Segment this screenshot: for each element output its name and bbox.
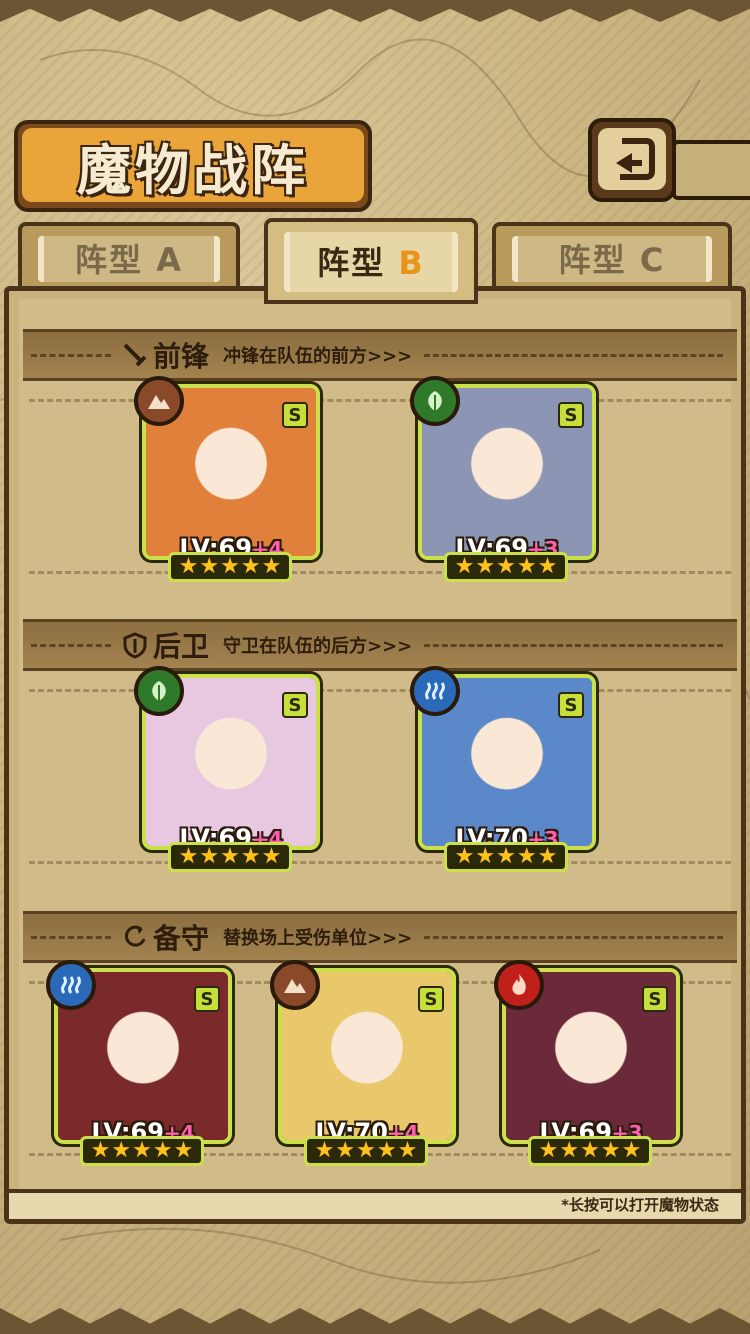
tab-formation-a[interactable]: 阵型 A — [18, 222, 240, 294]
star-icon: ★ — [314, 1138, 335, 1163]
star-icon: ★ — [178, 844, 199, 869]
shield-icon — [123, 632, 147, 659]
tab-b-prefix: 阵型 — [317, 244, 386, 282]
star-rating: ★ ★ ★ ★ ★ — [80, 1136, 204, 1166]
star-icon: ★ — [152, 1138, 173, 1163]
star-icon: ★ — [220, 844, 240, 869]
back-button-tab — [672, 140, 750, 200]
star-icon: ★ — [496, 844, 516, 869]
star-icon: ★ — [621, 1138, 642, 1163]
star-icon: ★ — [132, 1138, 152, 1163]
rear-slot-1[interactable]: S LV:69+4 ★ ★ ★ ★ ★ — [134, 666, 320, 872]
star-icon: ★ — [454, 554, 475, 579]
star-icon: ★ — [475, 844, 496, 869]
fire-element-icon — [494, 960, 544, 1010]
rank-badge: S — [558, 402, 584, 428]
star-rating: ★ ★ ★ ★ ★ — [168, 552, 292, 582]
earth-element-icon — [134, 376, 184, 426]
rank-badge: S — [642, 986, 668, 1012]
star-icon: ★ — [537, 844, 558, 869]
earth-element-icon — [270, 960, 320, 1010]
star-icon: ★ — [220, 554, 240, 579]
star-icon: ★ — [356, 1138, 376, 1163]
rear-header: 后卫 守卫在队伍的后方>>> — [23, 619, 737, 671]
vanguard-header: 前锋 冲锋在队伍的前方>>> — [23, 329, 737, 381]
rank-badge: S — [282, 692, 308, 718]
rear-desc: 守卫在队伍的后方>>> — [223, 636, 413, 657]
tab-a-letter: A — [156, 241, 183, 279]
page-title: 魔物战阵 — [77, 137, 309, 202]
tab-formation-b[interactable]: 阵型 B — [264, 218, 478, 304]
water-element-icon — [46, 960, 96, 1010]
return-arrow-icon — [616, 138, 655, 180]
tab-a-prefix: 阵型 — [75, 241, 144, 279]
swap-icon — [125, 925, 146, 947]
star-icon: ★ — [178, 554, 199, 579]
tab-c-letter: C — [639, 241, 666, 279]
back-button[interactable] — [588, 118, 676, 202]
star-rating: ★ ★ ★ ★ ★ — [444, 552, 568, 582]
leaf-element-icon — [410, 376, 460, 426]
star-icon: ★ — [454, 844, 475, 869]
star-icon: ★ — [475, 554, 496, 579]
star-icon: ★ — [111, 1138, 132, 1163]
water-element-icon — [410, 666, 460, 716]
tab-c-prefix: 阵型 — [558, 241, 627, 279]
reserve-header: 备守 替换场上受伤单位>>> — [23, 911, 737, 963]
vanguard-title: 前锋 — [153, 340, 210, 373]
sword-icon — [123, 343, 147, 367]
star-icon: ★ — [261, 844, 282, 869]
reserve-slot-1[interactable]: S LV:69+4 ★ ★ ★ ★ ★ — [46, 960, 232, 1166]
star-icon: ★ — [559, 1138, 580, 1163]
star-icon: ★ — [537, 554, 558, 579]
vanguard-desc: 冲锋在队伍的前方>>> — [223, 346, 413, 367]
reserve-slot-2[interactable]: S LV:70+4 ★ ★ ★ ★ ★ — [270, 960, 456, 1166]
rank-badge: S — [418, 986, 444, 1012]
formation-screen: 魔物战阵 阵型 A 阵型 B 阵型 C 前锋 冲锋在队伍的前方>>> 后卫 守卫… — [0, 0, 750, 1334]
vanguard-slot-2[interactable]: S LV:69+3 ★ ★ ★ ★ ★ — [410, 376, 596, 582]
long-press-hint: *长按可以打开魔物状态 — [561, 1196, 719, 1214]
vanguard-slot-1[interactable]: S LV:69+4 ★ ★ ★ ★ ★ — [134, 376, 320, 582]
star-icon: ★ — [199, 554, 220, 579]
reserve-slot-3[interactable]: S LV:69+3 ★ ★ ★ ★ ★ — [494, 960, 680, 1166]
star-icon: ★ — [240, 554, 261, 579]
reserve-desc: 替换场上受伤单位>>> — [223, 928, 413, 949]
tab-b-letter: B — [398, 244, 425, 282]
star-icon: ★ — [516, 554, 537, 579]
star-icon: ★ — [376, 1138, 397, 1163]
star-icon: ★ — [335, 1138, 356, 1163]
star-icon: ★ — [600, 1138, 621, 1163]
rank-badge: S — [558, 692, 584, 718]
rear-title: 后卫 — [153, 630, 210, 663]
reserve-title: 备守 — [153, 922, 210, 955]
star-icon: ★ — [538, 1138, 559, 1163]
leaf-element-icon — [134, 666, 184, 716]
star-rating: ★ ★ ★ ★ ★ — [168, 842, 292, 872]
star-icon: ★ — [496, 554, 516, 579]
star-icon: ★ — [516, 844, 537, 869]
rear-slot-2[interactable]: S LV:70+3 ★ ★ ★ ★ ★ — [410, 666, 596, 872]
star-rating: ★ ★ ★ ★ ★ — [444, 842, 568, 872]
star-icon: ★ — [240, 844, 261, 869]
rank-badge: S — [282, 402, 308, 428]
star-icon: ★ — [173, 1138, 194, 1163]
star-icon: ★ — [580, 1138, 600, 1163]
tab-formation-c[interactable]: 阵型 C — [492, 222, 732, 294]
rank-badge: S — [194, 986, 220, 1012]
panel-footer-bar: *长按可以打开魔物状态 — [9, 1189, 741, 1219]
title-banner: 魔物战阵 — [14, 120, 372, 212]
star-icon: ★ — [397, 1138, 418, 1163]
star-icon: ★ — [261, 554, 282, 579]
star-rating: ★ ★ ★ ★ ★ — [304, 1136, 428, 1166]
star-rating: ★ ★ ★ ★ ★ — [528, 1136, 652, 1166]
star-icon: ★ — [199, 844, 220, 869]
star-icon: ★ — [90, 1138, 111, 1163]
